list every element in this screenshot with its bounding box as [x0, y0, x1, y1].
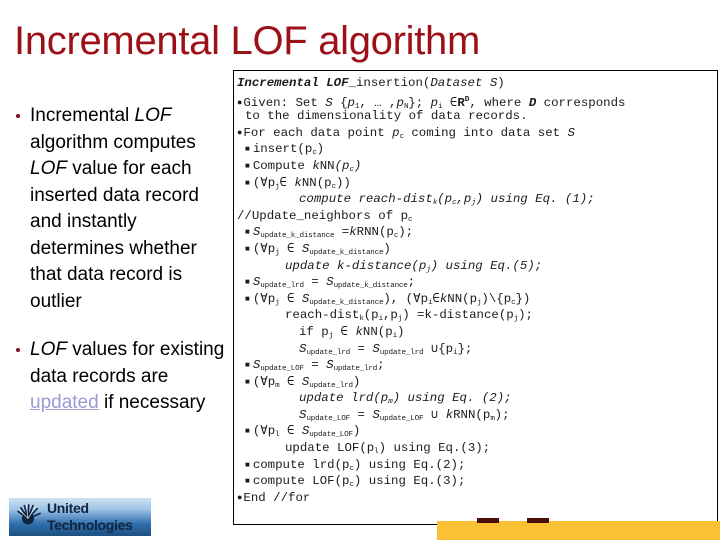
- code-line: For each data point pc coming into data …: [237, 125, 717, 142]
- code-line: Supdate_k_distance =kRNN(pc);: [237, 224, 717, 241]
- code-line: update LOF(pl) using Eq.(3);: [285, 441, 491, 457]
- code-line: compute lrd(pc) using Eq.(2);: [237, 457, 717, 474]
- page-title: Incremental LOF algorithm: [14, 19, 481, 63]
- accent-tick: [477, 518, 499, 523]
- united-technologies-logo: United Technologies: [9, 498, 151, 536]
- code-line: Supdate_lrd = Supdate_lrd ∪{pi};: [299, 341, 473, 357]
- code-line: update lrd(pm) using Eq. (2);: [299, 391, 512, 407]
- code-line: (∀pm ∈ Supdate_lrd): [237, 374, 717, 391]
- bullet-dot-icon: [16, 348, 20, 352]
- code-line: Supdate_LOF = Supdate_lrd;: [237, 357, 717, 374]
- accent-tick: [527, 518, 549, 523]
- code-line: Compute kNN(pc): [237, 158, 717, 175]
- code-line: to the dimensionality of data records.: [245, 109, 528, 124]
- code-line: (∀pl ∈ Supdate_LOF): [237, 423, 717, 440]
- algorithm-code: Incremental LOF_insertion(Dataset S) Giv…: [237, 75, 717, 506]
- starburst-icon: [17, 504, 42, 525]
- code-line: reach-distk(pi,pj) =k-distance(pj);: [285, 308, 533, 324]
- bullet-dot-icon: [16, 114, 20, 118]
- code-line: (∀pj ∈ Supdate_k_distance), (∀pi∈kNN(pj)…: [237, 291, 717, 308]
- algorithm-pseudocode-box: Incremental LOF_insertion(Dataset S) Giv…: [233, 70, 718, 525]
- bottom-accent-bar: [437, 518, 720, 540]
- code-line: Supdate_lrd = Supdate_k_distance;: [237, 274, 717, 291]
- updated-link[interactable]: updated: [30, 392, 99, 413]
- code-line: (∀pj∈ kNN(pc)): [237, 175, 717, 192]
- code-line: compute reach-distk(pc,pj) using Eq. (1)…: [299, 192, 595, 208]
- code-line: Given: Set S {p1, … ,pN}; pi ∈RD, where …: [237, 92, 717, 111]
- code-line: Incremental LOF_insertion(Dataset S): [237, 76, 505, 90]
- code-line: Supdate_LOF = Supdate_LOF ∪ kRNN(pm);: [299, 407, 510, 423]
- bullet-2-text: LOF values for existing data records are…: [30, 339, 225, 413]
- bullet-list: Incremental LOF algorithm computes LOF v…: [8, 103, 232, 439]
- list-item: LOF values for existing data records are…: [8, 337, 232, 417]
- logo-line-1: United: [47, 500, 89, 516]
- code-line: End //for: [237, 490, 717, 507]
- code-line: compute LOF(pc) using Eq.(3);: [237, 473, 717, 490]
- code-line: insert(pc): [237, 141, 717, 158]
- logo-wordmark: United Technologies: [47, 500, 133, 534]
- code-line: //Update_neighbors of pc: [237, 208, 413, 224]
- code-line: if pj ∈ kNN(pi): [299, 324, 405, 340]
- logo-line-2: Technologies: [47, 517, 133, 533]
- bullet-1-text: Incremental LOF algorithm computes LOF v…: [30, 105, 199, 312]
- list-item: Incremental LOF algorithm computes LOF v…: [8, 103, 232, 315]
- code-line: (∀pj ∈ Supdate_k_distance): [237, 241, 717, 258]
- code-line: update k-distance(pj) using Eq.(5);: [285, 258, 543, 274]
